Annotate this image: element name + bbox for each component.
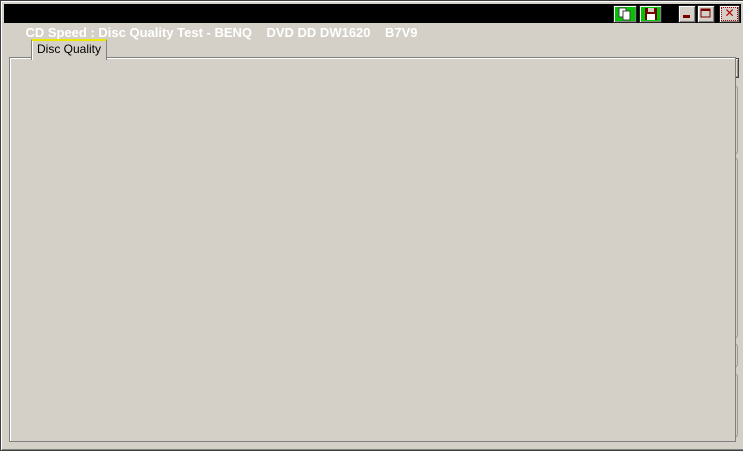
tab-label: Disc Quality bbox=[36, 42, 101, 56]
close-button[interactable]: ✕ bbox=[719, 5, 740, 23]
close-icon: ✕ bbox=[724, 6, 735, 20]
save-button[interactable] bbox=[639, 5, 662, 23]
copy-chart-button[interactable] bbox=[613, 5, 637, 23]
window-title: CD Speed : Disc Quality Test - BENQ DVD … bbox=[25, 25, 418, 40]
app-window: CD Speed : Disc Quality Test - BENQ DVD … bbox=[0, 0, 743, 451]
maximize-button[interactable] bbox=[697, 5, 715, 23]
tab-page bbox=[9, 57, 736, 442]
maximize-icon bbox=[698, 7, 714, 20]
minimize-icon bbox=[679, 7, 695, 20]
minimize-button[interactable] bbox=[678, 5, 696, 23]
save-icon bbox=[640, 7, 661, 21]
copy-icon bbox=[614, 7, 636, 21]
tab-disc-quality[interactable]: Disc Quality bbox=[31, 39, 107, 60]
